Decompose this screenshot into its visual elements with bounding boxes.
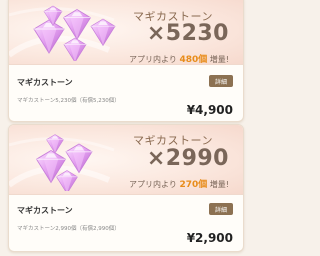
- product-price: ¥2,900: [186, 231, 233, 245]
- product-description: マギカストーン2,990個（有償2,990個）: [17, 226, 120, 232]
- bonus-suffix: 増量!: [209, 180, 229, 189]
- product-name: マギカストーン: [17, 78, 73, 87]
- product-card[interactable]: マギカストーン ×2990 アプリ内より 270個 増量! マギカストーン 詳細…: [8, 124, 244, 252]
- bonus-amount: 270個: [179, 180, 208, 190]
- bonus-text: アプリ内より 270個 増量!: [129, 177, 229, 190]
- product-price: ¥4,900: [186, 103, 233, 117]
- bonus-amount: 480個: [179, 55, 208, 65]
- detail-button[interactable]: 詳細: [209, 75, 233, 87]
- bonus-suffix: 増量!: [209, 55, 229, 64]
- product-quantity: ×2990: [146, 146, 229, 171]
- magica-stone-gem-icon: [33, 5, 116, 61]
- bonus-text: アプリ内より 480個 増量!: [129, 52, 229, 65]
- product-card[interactable]: マギカストーン ×5230 アプリ内より 480個 増量! マギカストーン 詳細…: [8, 0, 244, 122]
- bonus-prefix: アプリ内より: [129, 180, 177, 189]
- product-description: マギカストーン5,230個（有償5,230個）: [17, 98, 120, 104]
- detail-button[interactable]: 詳細: [209, 203, 233, 215]
- product-name: マギカストーン: [17, 206, 73, 215]
- bonus-prefix: アプリ内より: [129, 55, 177, 64]
- magica-stone-gem-icon: [35, 134, 93, 191]
- product-quantity: ×5230: [146, 21, 229, 46]
